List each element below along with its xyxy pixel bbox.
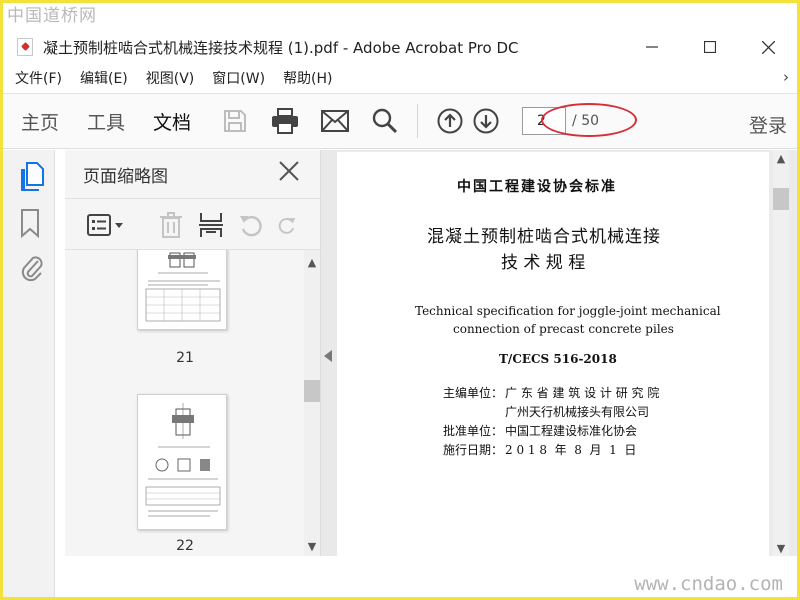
tab-tools[interactable]: 工具 [87,108,125,135]
scroll-down-arrow[interactable]: ▼ [773,540,789,556]
save-icon [224,110,247,132]
delete-pages-button[interactable] [157,211,185,239]
search-button[interactable] [371,107,399,135]
navigation-rail [3,150,55,597]
scroll-up-arrow[interactable]: ▲ [773,150,789,166]
document-view: 中国工程建设协会标准 混凝土预制桩啮合式机械连接 技 术 规 程 Technic… [337,150,797,556]
search-icon [372,108,398,134]
page-thumbnails-button[interactable] [19,162,45,192]
menu-bar: 文件(F) 编辑(E) 视图(V) 窗口(W) 帮助(H) › [3,67,797,89]
maximize-icon [704,41,716,53]
email-icon [321,110,350,132]
close-icon [761,40,775,54]
rotate-left-icon [240,215,262,237]
minimize-icon [646,46,658,48]
panel-collapse-handle[interactable] [321,150,337,556]
print-button[interactable] [271,107,299,135]
document-title-line1: 混凝土预制桩啮合式机械连接 [427,227,661,247]
window-frame: 中国道桥网 凝土预制桩啮合式机械连接技术规程 (1).pdf - Adobe A… [0,0,800,600]
org-header: 中国工程建设协会标准 [457,179,617,195]
window-title: 凝土预制桩啮合式机械连接技术规程 (1).pdf - Adobe Acrobat… [43,38,519,57]
close-button[interactable] [739,27,797,67]
scroll-down-arrow[interactable]: ▼ [304,538,320,554]
thumbnail-page-label: 21 [176,350,194,366]
toolbar: 主页 工具 文档 2 / 50 登录 [3,93,797,149]
save-button[interactable] [221,107,249,135]
attachments-button[interactable] [19,252,45,282]
scroll-up-arrow[interactable]: ▲ [304,254,320,270]
menu-edit[interactable]: 编辑(E) [80,68,128,88]
menu-window[interactable]: 窗口(W) [212,68,265,88]
tab-home[interactable]: 主页 [21,108,59,135]
page-thumbnail-22[interactable] [137,394,227,530]
scrollbar-thumb[interactable] [773,188,789,210]
menu-overflow-chevron[interactable]: › [783,68,789,86]
panel-toolbar [65,198,321,250]
rotate-right-icon [278,218,296,234]
bookmark-icon [21,209,39,239]
page-thumbnails-icon [21,162,44,191]
title-bar: 凝土预制桩啮合式机械连接技术规程 (1).pdf - Adobe Acrobat… [3,27,797,67]
previous-page-button[interactable] [436,107,464,135]
pdf-file-icon [17,38,33,56]
document-title-line2: 技 术 规 程 [501,253,586,273]
insert-page-button[interactable] [197,211,225,239]
rotate-left-button[interactable] [237,211,265,239]
scrollbar-thumb[interactable] [304,380,320,402]
thumbnail-options-icon [87,214,123,236]
pdf-page: 中国工程建设协会标准 混凝土预制桩啮合式机械连接 技 术 规 程 Technic… [337,152,769,556]
window-controls [623,27,797,67]
menu-help[interactable]: 帮助(H) [283,68,332,88]
approver-label: 批准单位： [443,424,504,438]
attachment-icon [21,256,43,282]
email-button[interactable] [321,107,350,135]
effective-date: 2 0 1 8 年 8 月 1 日 [505,443,637,457]
thumbnail-options-button[interactable] [87,211,125,239]
panel-close-button[interactable] [278,160,302,184]
collapse-arrow-icon [324,350,332,362]
thumbnail-page-preview [145,403,221,517]
menu-view[interactable]: 视图(V) [146,68,195,88]
previous-page-icon [437,108,463,134]
next-page-icon [473,108,499,134]
watermark-top: 中国道桥网 [7,6,97,26]
editor-unit-2: 广州天行机械接头有限公司 [505,405,650,419]
thumbnail-page-label: 22 [176,538,194,554]
approver-unit: 中国工程建设标准化协会 [505,424,638,438]
thumbnail-panel: 页面缩略图 21 22 ▲ ▼ [65,150,321,556]
effective-date-label: 施行日期： [443,443,504,457]
document-scrollbar[interactable]: ▲ ▼ [773,150,789,556]
editor-unit-1: 广 东 省 建 筑 设 计 研 究 院 [505,386,660,400]
login-button[interactable]: 登录 [749,111,787,138]
maximize-button[interactable] [681,27,739,67]
english-title-line2: connection of precast concrete piles [453,322,674,336]
thumbnail-scrollbar[interactable]: ▲ ▼ [304,250,320,556]
panel-title: 页面缩略图 [83,167,168,187]
english-title-line1: Technical specification for joggle-joint… [415,304,721,318]
delete-icon [160,212,182,238]
tab-document[interactable]: 文档 [153,108,191,135]
insert-page-icon [199,213,223,237]
editor-label: 主编单位： [443,386,504,400]
standard-code: T/CECS 516-2018 [499,352,617,366]
rotate-right-button[interactable] [277,211,297,239]
bookmarks-button[interactable] [19,208,45,239]
close-icon [279,161,299,181]
minimize-button[interactable] [623,27,681,67]
watermark-bottom: www.cndao.com [634,573,783,595]
thumbnail-page-preview [145,252,221,322]
next-page-button[interactable] [472,107,500,135]
page-number-highlight-ellipse [541,103,637,137]
page-thumbnail-21[interactable] [137,250,227,330]
menu-file[interactable]: 文件(F) [15,68,62,88]
toolbar-separator [417,104,419,138]
thumbnail-list: 21 22 [65,250,305,556]
print-icon [272,108,299,134]
